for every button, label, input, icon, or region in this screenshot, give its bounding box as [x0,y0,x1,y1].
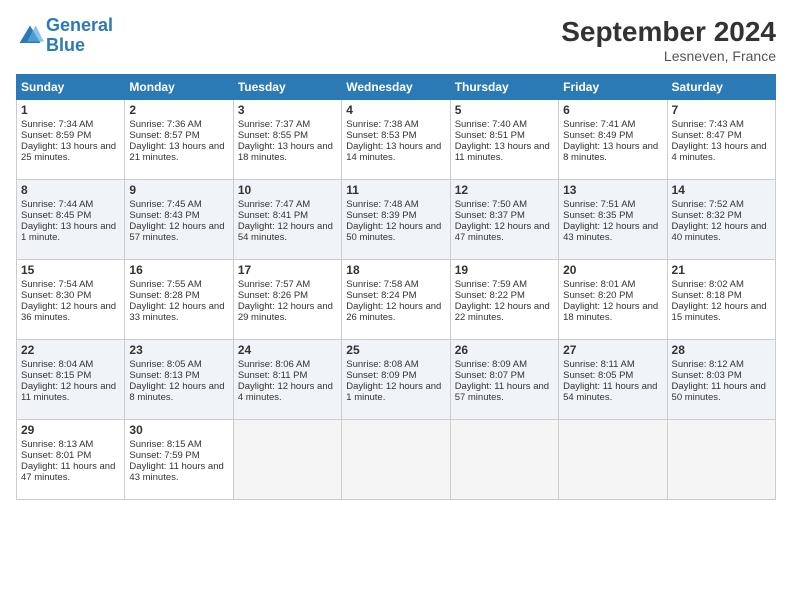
col-tuesday: Tuesday [233,75,341,100]
day-number: 19 [455,263,554,277]
day-number: 30 [129,423,228,437]
calendar-cell: 11Sunrise: 7:48 AMSunset: 8:39 PMDayligh… [342,180,450,260]
day-number: 27 [563,343,662,357]
calendar-cell: 13Sunrise: 7:51 AMSunset: 8:35 PMDayligh… [559,180,667,260]
day-number: 17 [238,263,337,277]
calendar-cell: 18Sunrise: 7:58 AMSunset: 8:24 PMDayligh… [342,260,450,340]
calendar-page: GeneralBlue September 2024 Lesneven, Fra… [0,0,792,612]
table-row: 15Sunrise: 7:54 AMSunset: 8:30 PMDayligh… [17,260,776,340]
calendar-cell: 19Sunrise: 7:59 AMSunset: 8:22 PMDayligh… [450,260,558,340]
col-saturday: Saturday [667,75,775,100]
day-number: 16 [129,263,228,277]
day-number: 11 [346,183,445,197]
calendar-cell: 28Sunrise: 8:12 AMSunset: 8:03 PMDayligh… [667,340,775,420]
calendar-cell: 1Sunrise: 7:34 AMSunset: 8:59 PMDaylight… [17,100,125,180]
table-row: 22Sunrise: 8:04 AMSunset: 8:15 PMDayligh… [17,340,776,420]
day-number: 3 [238,103,337,117]
calendar-cell [342,420,450,500]
calendar-cell: 17Sunrise: 7:57 AMSunset: 8:26 PMDayligh… [233,260,341,340]
calendar-cell: 5Sunrise: 7:40 AMSunset: 8:51 PMDaylight… [450,100,558,180]
col-monday: Monday [125,75,233,100]
calendar-cell [559,420,667,500]
calendar-cell: 30Sunrise: 8:15 AMSunset: 7:59 PMDayligh… [125,420,233,500]
day-number: 7 [672,103,771,117]
day-number: 5 [455,103,554,117]
table-row: 29Sunrise: 8:13 AMSunset: 8:01 PMDayligh… [17,420,776,500]
month-title: September 2024 [561,16,776,48]
header: GeneralBlue September 2024 Lesneven, Fra… [16,16,776,64]
day-number: 2 [129,103,228,117]
calendar-cell: 26Sunrise: 8:09 AMSunset: 8:07 PMDayligh… [450,340,558,420]
calendar-cell: 23Sunrise: 8:05 AMSunset: 8:13 PMDayligh… [125,340,233,420]
calendar-body: 1Sunrise: 7:34 AMSunset: 8:59 PMDaylight… [17,100,776,500]
day-number: 15 [21,263,120,277]
day-number: 29 [21,423,120,437]
day-number: 25 [346,343,445,357]
day-number: 26 [455,343,554,357]
calendar-cell: 20Sunrise: 8:01 AMSunset: 8:20 PMDayligh… [559,260,667,340]
header-row: Sunday Monday Tuesday Wednesday Thursday… [17,75,776,100]
col-thursday: Thursday [450,75,558,100]
col-sunday: Sunday [17,75,125,100]
table-row: 8Sunrise: 7:44 AMSunset: 8:45 PMDaylight… [17,180,776,260]
calendar-cell [667,420,775,500]
day-number: 18 [346,263,445,277]
day-number: 20 [563,263,662,277]
day-number: 13 [563,183,662,197]
calendar-cell: 24Sunrise: 8:06 AMSunset: 8:11 PMDayligh… [233,340,341,420]
table-row: 1Sunrise: 7:34 AMSunset: 8:59 PMDaylight… [17,100,776,180]
calendar-cell: 4Sunrise: 7:38 AMSunset: 8:53 PMDaylight… [342,100,450,180]
calendar-cell: 22Sunrise: 8:04 AMSunset: 8:15 PMDayligh… [17,340,125,420]
day-number: 4 [346,103,445,117]
calendar-cell: 10Sunrise: 7:47 AMSunset: 8:41 PMDayligh… [233,180,341,260]
col-friday: Friday [559,75,667,100]
day-number: 28 [672,343,771,357]
logo-icon [16,22,44,50]
calendar-cell: 7Sunrise: 7:43 AMSunset: 8:47 PMDaylight… [667,100,775,180]
calendar-cell: 2Sunrise: 7:36 AMSunset: 8:57 PMDaylight… [125,100,233,180]
calendar-cell [233,420,341,500]
calendar-cell: 25Sunrise: 8:08 AMSunset: 8:09 PMDayligh… [342,340,450,420]
calendar-cell: 16Sunrise: 7:55 AMSunset: 8:28 PMDayligh… [125,260,233,340]
day-number: 24 [238,343,337,357]
day-number: 22 [21,343,120,357]
day-number: 9 [129,183,228,197]
calendar-cell: 9Sunrise: 7:45 AMSunset: 8:43 PMDaylight… [125,180,233,260]
day-number: 8 [21,183,120,197]
calendar-cell: 3Sunrise: 7:37 AMSunset: 8:55 PMDaylight… [233,100,341,180]
calendar-cell: 12Sunrise: 7:50 AMSunset: 8:37 PMDayligh… [450,180,558,260]
day-number: 10 [238,183,337,197]
day-number: 6 [563,103,662,117]
calendar-cell [450,420,558,500]
calendar-cell: 27Sunrise: 8:11 AMSunset: 8:05 PMDayligh… [559,340,667,420]
calendar-cell: 14Sunrise: 7:52 AMSunset: 8:32 PMDayligh… [667,180,775,260]
calendar-cell: 21Sunrise: 8:02 AMSunset: 8:18 PMDayligh… [667,260,775,340]
col-wednesday: Wednesday [342,75,450,100]
calendar-cell: 29Sunrise: 8:13 AMSunset: 8:01 PMDayligh… [17,420,125,500]
calendar-cell: 15Sunrise: 7:54 AMSunset: 8:30 PMDayligh… [17,260,125,340]
calendar-table: Sunday Monday Tuesday Wednesday Thursday… [16,74,776,500]
day-number: 12 [455,183,554,197]
logo-text: GeneralBlue [46,16,113,56]
calendar-cell: 6Sunrise: 7:41 AMSunset: 8:49 PMDaylight… [559,100,667,180]
calendar-cell: 8Sunrise: 7:44 AMSunset: 8:45 PMDaylight… [17,180,125,260]
day-number: 23 [129,343,228,357]
location: Lesneven, France [561,48,776,64]
logo: GeneralBlue [16,16,113,56]
day-number: 14 [672,183,771,197]
day-number: 21 [672,263,771,277]
title-block: September 2024 Lesneven, France [561,16,776,64]
day-number: 1 [21,103,120,117]
